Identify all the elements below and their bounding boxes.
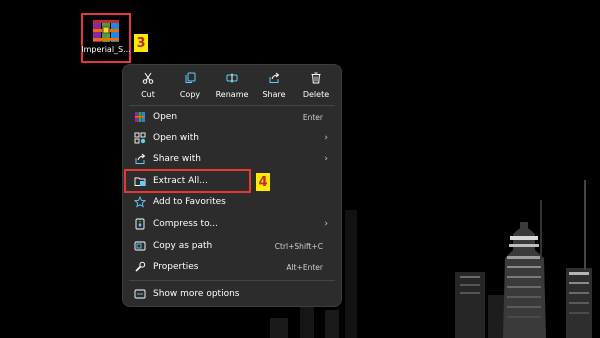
- delete-button[interactable]: Delete: [296, 65, 336, 105]
- compress-icon: [135, 218, 145, 230]
- menu-item-label: Open: [153, 112, 178, 122]
- copy-label: Copy: [179, 90, 201, 99]
- shortcut-label: Ctrl+Shift+C: [274, 241, 323, 251]
- menu-divider: [129, 105, 335, 106]
- copy-icon: [185, 72, 196, 83]
- file-name-label: Imperial_S...: [81, 45, 131, 54]
- step-badge-4: 4: [256, 173, 270, 191]
- more-options-icon: [134, 289, 146, 299]
- extract-all-highlight: [124, 169, 251, 193]
- rename-label: Rename: [215, 90, 249, 99]
- step-badge-3: 3: [134, 34, 148, 52]
- menu-item-label: Compress to...: [153, 219, 219, 229]
- share-button[interactable]: Share: [254, 65, 294, 105]
- cut-button[interactable]: Cut: [128, 65, 168, 105]
- delete-label: Delete: [302, 90, 330, 99]
- rename-button[interactable]: Rename: [212, 65, 252, 105]
- menu-item-label: Copy as path: [153, 241, 213, 251]
- winrar-icon: [135, 112, 145, 122]
- open-with-icon: [134, 132, 146, 144]
- winrar-archive-icon: [93, 20, 119, 42]
- context-menu-toolbar: Cut Copy Rename Share Delete: [123, 65, 341, 105]
- chevron-right-icon: ›: [324, 154, 328, 164]
- menu-item-label: Open with: [153, 133, 199, 143]
- copy-path-icon: [134, 241, 146, 251]
- copy-button[interactable]: Copy: [170, 65, 210, 105]
- menu-item-copy-as-path[interactable]: Copy as path Ctrl+Shift+C: [127, 236, 337, 256]
- scissors-icon: [142, 72, 154, 84]
- chevron-right-icon: ›: [324, 219, 328, 229]
- shortcut-label: Enter: [302, 112, 323, 122]
- trash-icon: [311, 72, 321, 84]
- share-with-icon: [135, 153, 146, 164]
- menu-item-open[interactable]: Open Enter: [127, 107, 337, 127]
- menu-item-show-more-options[interactable]: Show more options: [127, 284, 337, 304]
- share-label: Share: [262, 90, 286, 99]
- desktop-file-icon[interactable]: Imperial_S...: [81, 13, 131, 63]
- menu-item-properties[interactable]: Properties Alt+Enter: [127, 257, 337, 277]
- menu-item-label: Add to Favorites: [153, 197, 226, 207]
- menu-item-label: Show more options: [153, 289, 240, 299]
- menu-divider: [129, 280, 335, 281]
- rename-icon: [226, 73, 238, 83]
- menu-item-open-with[interactable]: Open with ›: [127, 128, 337, 148]
- menu-item-add-to-favorites[interactable]: Add to Favorites: [127, 192, 337, 212]
- star-icon: [134, 196, 146, 208]
- shortcut-label: Alt+Enter: [286, 262, 323, 272]
- menu-item-share-with[interactable]: Share with ›: [127, 149, 337, 169]
- menu-item-label: Properties: [153, 262, 199, 272]
- wrench-icon: [135, 261, 146, 272]
- menu-item-label: Share with: [153, 154, 201, 164]
- share-icon: [269, 72, 280, 83]
- cut-label: Cut: [141, 90, 155, 99]
- chevron-right-icon: ›: [324, 133, 328, 143]
- menu-item-compress-to[interactable]: Compress to... ›: [127, 214, 337, 234]
